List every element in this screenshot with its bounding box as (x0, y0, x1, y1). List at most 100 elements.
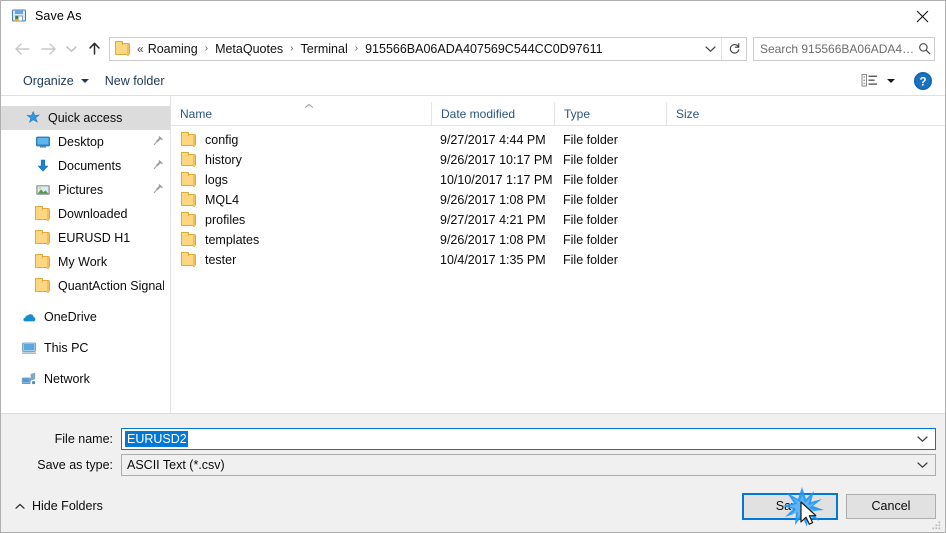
folder-icon (181, 212, 197, 227)
file-type-cell: File folder (563, 213, 618, 227)
hide-folders-button[interactable]: Hide Folders (15, 499, 103, 513)
file-name: config (205, 133, 239, 147)
file-name: logs (205, 173, 228, 187)
sidebar-item-label: QuantAction Signal (58, 279, 164, 293)
breadcrumb-overflow[interactable]: « (136, 42, 147, 56)
breadcrumb-item-metaquotes[interactable]: MetaQuotes (214, 42, 284, 56)
sidebar-item-quantaction-signal[interactable]: QuantAction Signal (1, 274, 170, 298)
file-name-cell: history (171, 150, 431, 170)
search-input[interactable]: Search 915566BA06ADA40756... (754, 42, 915, 56)
sidebar-item-label: My Work (58, 255, 108, 269)
back-arrow-icon (14, 42, 30, 55)
column-header-date-modified[interactable]: Date modified (431, 101, 554, 126)
table-row[interactable]: templates 9/26/2017 1:08 PM File folder (171, 230, 945, 250)
save-button-label: Save (775, 499, 805, 513)
file-name: tester (205, 253, 237, 267)
pictures-icon (35, 182, 51, 198)
chevron-down-icon (704, 45, 716, 52)
sidebar-item-onedrive[interactable]: OneDrive (1, 305, 170, 329)
folder-icon (115, 40, 131, 56)
file-type-cell: File folder (563, 133, 618, 147)
save-as-type-dropdown-button[interactable] (917, 461, 935, 469)
table-row[interactable]: logs 10/10/2017 1:17 PM File folder (171, 170, 945, 190)
file-size-cell (666, 130, 748, 150)
file-name-cell: config (171, 130, 431, 150)
breadcrumb-item-roaming[interactable]: Roaming (147, 42, 199, 56)
file-name-dropdown-button[interactable] (917, 435, 935, 443)
save-as-type-row: Save as type: ASCII Text (*.csv) (1, 454, 945, 476)
address-bar[interactable]: « › Roaming › MetaQuotes › Terminal › 91… (109, 36, 747, 61)
file-name-cell: logs (171, 170, 431, 190)
sidebar-item-my-work[interactable]: My Work (1, 250, 170, 274)
caret-up-icon (15, 503, 25, 510)
file-size-cell (666, 230, 748, 250)
sidebar-item-network[interactable]: Network (1, 367, 170, 391)
navigation-sidebar: Quick access Desktop Documents Pictures … (1, 96, 171, 413)
breadcrumb-separator[interactable]: › (199, 43, 214, 54)
table-row[interactable]: profiles 9/27/2017 4:21 PM File folder (171, 210, 945, 230)
search-icon (915, 42, 934, 55)
file-date-cell: 9/26/2017 1:08 PM (440, 233, 546, 247)
sidebar-item-label: OneDrive (44, 310, 97, 324)
file-size-cell (666, 170, 748, 190)
svg-text:?: ? (919, 76, 926, 88)
column-header-name[interactable]: Name (171, 102, 431, 126)
title-bar: Save As (1, 1, 945, 31)
resize-grip-icon[interactable] (930, 518, 942, 530)
sidebar-item-pictures[interactable]: Pictures (1, 178, 170, 202)
breadcrumb-item-terminal[interactable]: Terminal (300, 42, 349, 56)
table-row[interactable]: tester 10/4/2017 1:35 PM File folder (171, 250, 945, 270)
sidebar-item-quick-access[interactable]: Quick access (1, 106, 170, 130)
dialog-content: Quick access Desktop Documents Pictures … (1, 96, 945, 413)
column-label: Name (180, 106, 213, 121)
column-header-type[interactable]: Type (554, 101, 666, 126)
dialog-button-row: Hide Folders Save Cancel (1, 480, 945, 532)
refresh-button[interactable] (722, 38, 746, 60)
table-row[interactable]: history 9/26/2017 10:17 PM File folder (171, 150, 945, 170)
sidebar-item-label: This PC (44, 341, 89, 355)
column-label: Type (564, 106, 591, 121)
forward-button[interactable] (35, 36, 61, 62)
table-row[interactable]: config 9/27/2017 4:44 PM File folder (171, 130, 945, 150)
file-name: templates (205, 233, 260, 247)
save-as-app-icon (11, 8, 27, 24)
help-button[interactable]: ? (913, 71, 933, 91)
save-form: File name: EURUSD2 Save as type: ASCII T… (1, 413, 945, 532)
file-name-cell: MQL4 (171, 190, 431, 210)
column-header-size[interactable]: Size (666, 101, 748, 126)
new-folder-button[interactable]: New folder (97, 69, 173, 93)
address-dropdown-button[interactable] (699, 38, 721, 60)
file-date-cell: 9/27/2017 4:21 PM (440, 213, 546, 227)
cancel-button[interactable]: Cancel (846, 493, 936, 519)
file-name-input[interactable]: EURUSD2 (121, 428, 936, 450)
file-date-cell: 9/26/2017 10:17 PM (440, 153, 553, 167)
column-label: Date modified (441, 106, 516, 121)
breadcrumb-item-guid[interactable]: 915566BA06ADA407569C544CC0D97611 (364, 42, 603, 56)
star-icon (25, 110, 41, 126)
organize-button[interactable]: Organize (15, 69, 97, 93)
sidebar-item-downloaded[interactable]: Downloaded (1, 202, 170, 226)
recent-locations-button[interactable] (61, 36, 81, 62)
save-button[interactable]: Save (742, 492, 838, 520)
close-button[interactable] (899, 1, 945, 31)
view-options-button[interactable] (855, 69, 901, 93)
sidebar-item-label: Quick access (48, 111, 123, 125)
folder-icon (181, 232, 197, 247)
navigation-bar: « › Roaming › MetaQuotes › Terminal › 91… (1, 31, 945, 66)
file-date-cell: 10/10/2017 1:17 PM (440, 173, 553, 187)
save-as-type-select[interactable]: ASCII Text (*.csv) (121, 454, 936, 476)
organize-label: Organize (23, 73, 74, 88)
breadcrumb-separator[interactable]: › (349, 43, 364, 54)
table-row[interactable]: MQL4 9/26/2017 1:08 PM File folder (171, 190, 945, 210)
hide-folders-label: Hide Folders (32, 499, 103, 513)
sidebar-item-documents[interactable]: Documents (1, 154, 170, 178)
back-button[interactable] (9, 36, 35, 62)
sidebar-item-desktop[interactable]: Desktop (1, 130, 170, 154)
search-box[interactable]: Search 915566BA06ADA40756... (753, 36, 935, 61)
sidebar-item-eurusd-h1[interactable]: EURUSD H1 (1, 226, 170, 250)
breadcrumb-separator[interactable]: › (284, 43, 299, 54)
up-button[interactable] (81, 36, 107, 62)
sidebar-item-this-pc[interactable]: This PC (1, 336, 170, 360)
